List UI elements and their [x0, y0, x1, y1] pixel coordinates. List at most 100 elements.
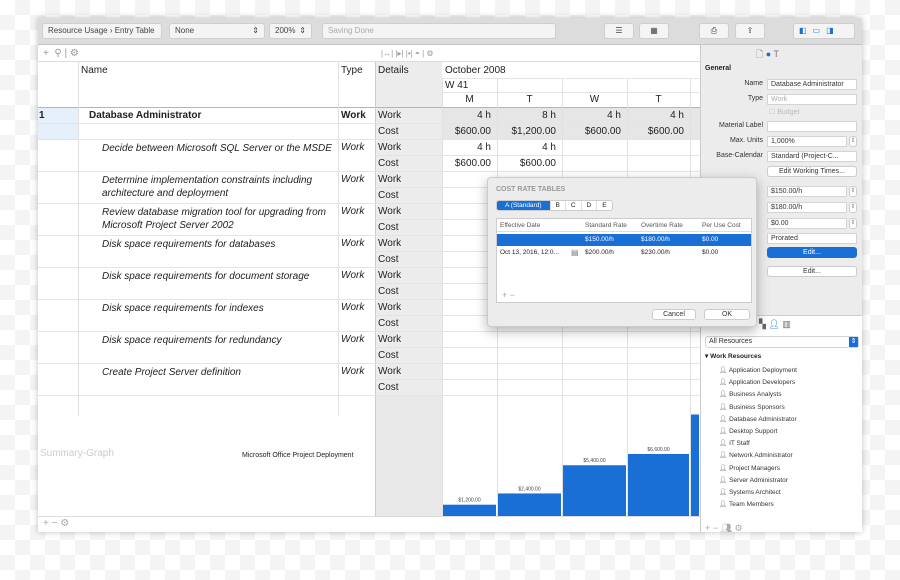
print-icon[interactable]: ⎙	[699, 23, 729, 39]
settings-icon[interactable]: ⚙	[70, 48, 79, 59]
column-header[interactable]: Standard Rate	[585, 222, 627, 229]
usage-value[interactable]: 4 h	[562, 108, 621, 124]
add-rate-icon[interactable]: +	[502, 290, 507, 300]
header-name[interactable]: Name	[81, 63, 108, 79]
resource-item[interactable]: 👤︎ Project Managers	[719, 464, 780, 472]
ok-button[interactable]: OK	[704, 309, 750, 320]
standard-rate-field[interactable]: $150.00/h	[767, 186, 847, 197]
task-name[interactable]: Disk space requirements for indexes	[102, 300, 337, 315]
usage-value[interactable]: 4 h	[627, 108, 684, 124]
usage-value[interactable]: 8 h	[497, 108, 556, 124]
resource-filter-select[interactable]: All Resources ⇕	[705, 336, 859, 348]
rate-tab[interactable]: E	[596, 201, 611, 210]
settings-icon[interactable]: ⚙	[735, 523, 743, 532]
cancel-button[interactable]: Cancel	[652, 309, 696, 320]
document-icon[interactable]: 🗋	[756, 49, 763, 59]
usage-value[interactable]: 4 h	[497, 140, 556, 156]
edit-working-times-button[interactable]: Edit Working Times...	[767, 166, 857, 177]
task-name[interactable]: Review database migration tool for upgra…	[102, 204, 337, 232]
usage-value[interactable]: 4 h	[442, 108, 491, 124]
resource-item[interactable]: 👤︎ Systems Architect	[719, 488, 781, 496]
rate-cell[interactable]: $0.00	[702, 249, 718, 256]
rate-cell[interactable]: $180.00/h	[641, 236, 670, 243]
rate-cell[interactable]: $230.00/h	[641, 249, 670, 256]
search-icon[interactable]: ⚲	[54, 48, 61, 59]
outline-icon[interactable]: ☰	[604, 23, 634, 39]
usage-value[interactable]: $600.00	[627, 124, 684, 140]
standard-rate-stepper[interactable]: ⇕	[849, 186, 857, 197]
column-header[interactable]: Effective Date	[500, 222, 540, 229]
zoom-center-icon[interactable]: |•|	[406, 49, 413, 58]
usage-value[interactable]: 4 h	[442, 140, 491, 156]
budget-checkbox[interactable]: ☐ Budget	[769, 108, 799, 116]
rate-cell[interactable]: $200.00/h	[585, 249, 614, 256]
add-icon[interactable]: +	[43, 518, 49, 529]
edit-cost-rate-tables-button[interactable]: Edit...	[767, 247, 857, 258]
zoom-in-icon[interactable]: |▸|	[395, 49, 403, 58]
rate-row[interactable]: $150.00/h $180.00/h $0.00	[497, 234, 751, 246]
usage-value[interactable]: $600.00	[442, 156, 491, 172]
remove-icon[interactable]: −	[52, 518, 58, 529]
breadcrumb-view[interactable]: Resource Usage	[48, 26, 108, 35]
cost-per-use-field[interactable]: $0.00	[767, 218, 847, 229]
rate-cell[interactable]: $0.00	[702, 236, 718, 243]
panel-toggle-icons[interactable]: ◧▭◨	[793, 23, 855, 39]
rate-tab[interactable]: D	[580, 201, 597, 210]
rate-tab[interactable]: A (Standard)	[497, 201, 550, 210]
header-details[interactable]: Details	[378, 63, 409, 79]
calendar-icon[interactable]: ▦	[639, 23, 669, 39]
overtime-rate-field[interactable]: $180.00/h	[767, 202, 847, 213]
group-icon[interactable]: 👥︎	[721, 523, 732, 532]
rate-row[interactable]: Oct 13, 2016, 12:0... $200.00/h $230.00/h $…	[497, 247, 751, 259]
resource-name[interactable]: Database Administrator	[89, 108, 201, 124]
usage-value[interactable]: $1,200.00	[497, 124, 557, 140]
grid-icon[interactable]: ▚	[759, 319, 766, 329]
material-label-field[interactable]	[767, 121, 857, 132]
overtime-rate-stepper[interactable]: ⇕	[849, 202, 857, 213]
resource-item[interactable]: 👤︎ Application Developers	[719, 378, 795, 386]
resource-group[interactable]: ▾ Work Resources	[705, 352, 761, 360]
type-select[interactable]: Work	[767, 94, 857, 105]
zoom-select[interactable]: 200% ⇕	[269, 23, 312, 39]
rate-tab[interactable]: B	[549, 201, 565, 210]
remove-rate-icon[interactable]: −	[510, 290, 515, 300]
add-icon[interactable]: +	[705, 523, 710, 532]
accrue-select[interactable]: Prorated	[767, 233, 857, 244]
breadcrumb-table[interactable]: Entry Table	[115, 26, 155, 35]
columns-icon[interactable]: ▥	[782, 319, 791, 329]
task-name[interactable]: Decide between Microsoft SQL Server or t…	[102, 140, 337, 155]
resource-item[interactable]: 👤︎ Database Administrator	[719, 415, 797, 423]
task-name[interactable]: Disk space requirements for document sto…	[102, 268, 337, 283]
zoom-fit-icon[interactable]: |↔|	[381, 49, 393, 58]
person-icon[interactable]: 👤︎	[768, 319, 779, 329]
resource-item[interactable]: 👤︎ Server Administrator	[719, 476, 788, 484]
filter-select[interactable]: None ⇕	[169, 23, 265, 39]
column-header[interactable]: Per Use Cost	[702, 222, 741, 229]
split-icon[interactable]: ◓	[415, 49, 420, 58]
share-icon[interactable]: ⇪	[735, 23, 765, 39]
name-field[interactable]: Database Administrator	[767, 79, 857, 90]
usage-value[interactable]: $600.00	[562, 124, 621, 140]
task-name[interactable]: Create Project Server definition	[102, 364, 337, 379]
resource-item[interactable]: 👤︎ Application Deployment	[719, 366, 797, 374]
usage-value[interactable]: $600.00	[442, 124, 491, 140]
task-name[interactable]: Disk space requirements for redundancy	[102, 332, 337, 347]
text-style-icon[interactable]: T	[774, 49, 780, 59]
rate-cell[interactable]: $150.00/h	[585, 236, 614, 243]
max-units-field[interactable]: 1,000%	[767, 136, 847, 147]
resource-item[interactable]: 👤︎ Business Sponsors	[719, 403, 785, 411]
settings-icon[interactable]: ⚙	[60, 518, 69, 529]
resource-item[interactable]: 👤︎ Network Administrator	[719, 451, 793, 459]
cost-per-use-stepper[interactable]: ⇕	[849, 218, 857, 229]
view-breadcrumb[interactable]: Resource Usage › Entry Table	[42, 23, 162, 39]
resource-item[interactable]: 👤︎ IT Staff	[719, 439, 750, 447]
calendar-icon[interactable]: ▤	[571, 248, 579, 257]
base-calendar-select[interactable]: Standard (Project-C...	[767, 151, 857, 162]
rate-tab[interactable]: C	[564, 201, 581, 210]
task-name[interactable]: Determine implementation constraints inc…	[102, 172, 337, 200]
task-name[interactable]: Disk space requirements for databases	[102, 236, 337, 251]
header-type[interactable]: Type	[341, 63, 363, 79]
max-units-stepper[interactable]: ⇕	[849, 136, 857, 147]
timeline-settings-icon[interactable]: ⚙	[426, 49, 433, 58]
info-icon[interactable]: ●	[766, 49, 771, 59]
